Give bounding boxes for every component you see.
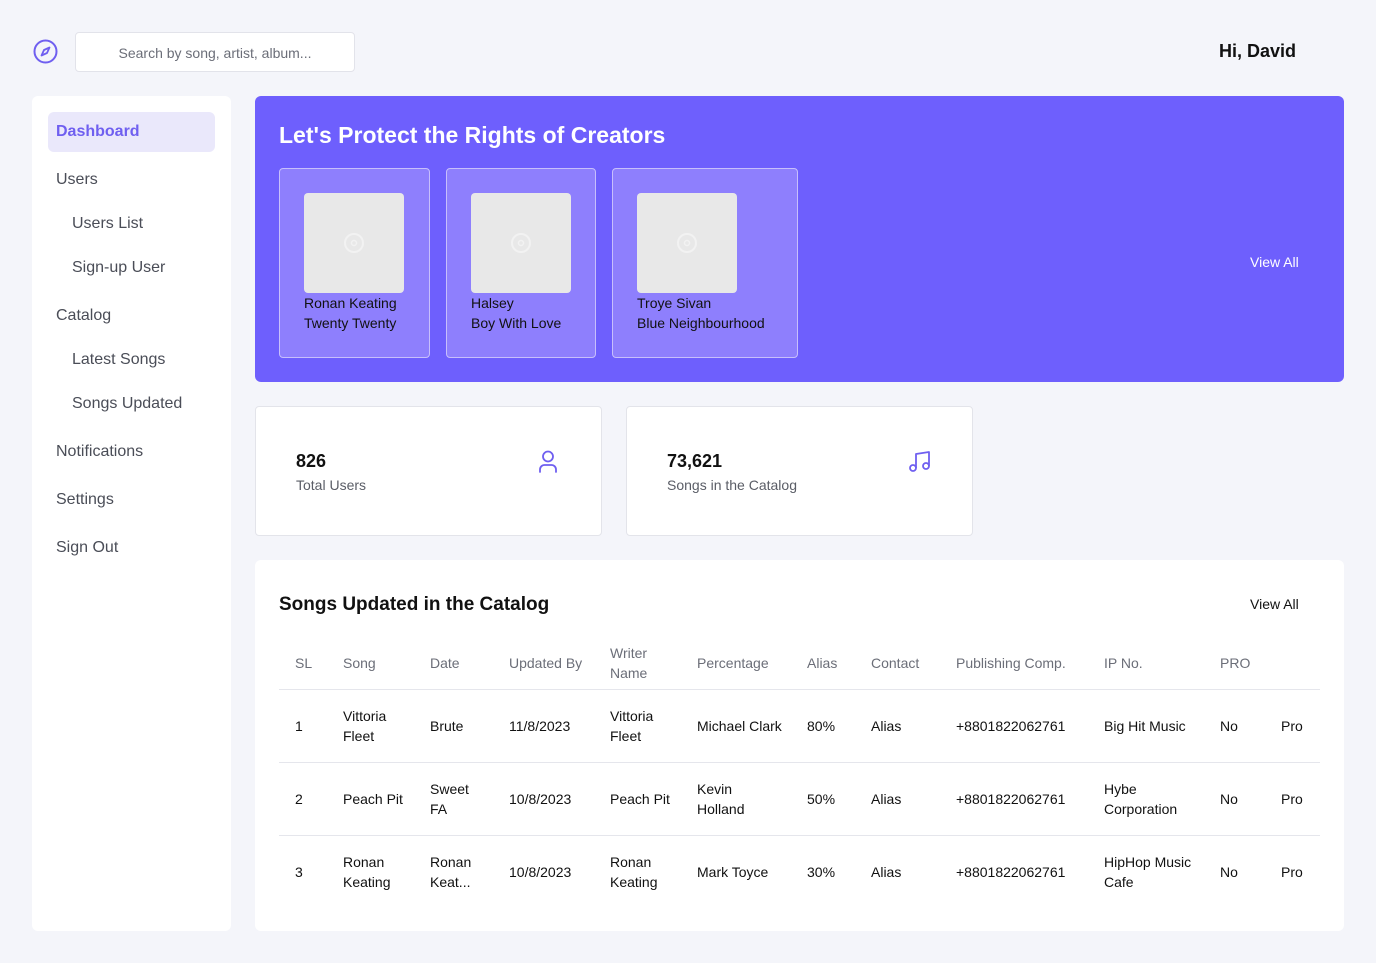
sidebar-item-songs-updated[interactable]: Songs Updated	[48, 384, 215, 424]
table-cell: Ronan Keating	[343, 853, 391, 890]
compass-logo-icon[interactable]	[33, 39, 58, 64]
table-cell: Michael Clark	[681, 689, 791, 763]
songs-updated-section: Songs Updated in the Catalog View All SL…	[255, 560, 1344, 931]
table-cell: Vittoria Fleet	[327, 689, 414, 763]
table-cell: 11/8/2023	[493, 689, 594, 763]
column-header[interactable]: Writer Name	[594, 638, 681, 690]
column-header[interactable]: Publishing Comp.	[940, 638, 1088, 690]
banner-view-all-link[interactable]: View All	[1250, 254, 1299, 270]
sidebar-item-catalog[interactable]: Catalog	[48, 296, 215, 336]
stat-value: 73,621	[667, 451, 723, 471]
stat-card-songs-catalog: 73,621 Songs in the Catalog	[626, 406, 973, 536]
disc-icon	[511, 233, 531, 253]
stat-value: 826	[296, 451, 327, 471]
hero-banner: Let's Protect the Rights of Creators Ron…	[255, 96, 1344, 382]
table-cell: Alias	[871, 863, 902, 880]
table-cell: HipHop Music Cafe	[1104, 853, 1192, 890]
column-header-empty	[1265, 638, 1320, 690]
song-artist: Ronan Keating	[304, 295, 397, 311]
song-title: Blue Neighbourhood	[637, 315, 765, 331]
section-title: Songs Updated in the Catalog	[279, 594, 550, 615]
banner-title: Let's Protect the Rights of Creators	[279, 122, 666, 148]
table-cell: Peach Pit	[327, 762, 414, 836]
sidebar-item-dashboard[interactable]: Dashboard	[48, 112, 215, 152]
table-cell: Pro	[1281, 863, 1303, 880]
table-row[interactable]: 1 Vittoria Fleet Brute 11/8/2023 Vittori…	[279, 689, 1320, 763]
stat-label: Total Users	[296, 477, 367, 493]
column-header[interactable]: Date	[414, 638, 493, 690]
table-cell: No	[1220, 863, 1238, 880]
column-header[interactable]: Alias	[791, 638, 855, 690]
table-cell: Kevin Holland	[681, 762, 791, 836]
sidebar-item-users[interactable]: Users	[48, 160, 215, 200]
songs-table: SL Song Date Updated By Writer Name Perc…	[279, 638, 1320, 908]
sidebar-item-settings[interactable]: Settings	[48, 480, 215, 520]
table-cell: No	[1204, 762, 1265, 836]
table-cell: Mark Toyce	[697, 863, 769, 880]
sidebar-item-users-list[interactable]: Users List	[48, 204, 215, 244]
table-cell: Ronan Keating	[610, 853, 658, 890]
table-cell: Brute	[414, 689, 493, 763]
song-card[interactable]: Halsey Boy With Love	[446, 168, 596, 358]
table-cell: 2	[279, 762, 327, 836]
table-cell: Sweet FA	[414, 762, 493, 836]
sidebar: Dashboard Users Users List Sign-up User …	[32, 96, 231, 931]
column-header[interactable]: SL	[279, 638, 327, 690]
user-icon	[536, 449, 560, 480]
album-art-placeholder	[304, 193, 404, 293]
column-header[interactable]: Contact	[855, 638, 940, 690]
music-note-icon	[907, 449, 933, 480]
column-header[interactable]: PRO	[1204, 638, 1265, 690]
table-header-row: SL Song Date Updated By Writer Name Perc…	[279, 638, 1320, 690]
table-cell: 30%	[807, 863, 836, 880]
table-cell: 50%	[791, 762, 855, 836]
column-header[interactable]: Percentage	[681, 638, 791, 690]
column-header[interactable]: IP No.	[1088, 638, 1204, 690]
table-cell: Alias	[855, 689, 940, 763]
song-title: Twenty Twenty	[304, 315, 397, 331]
song-card[interactable]: Ronan Keating Twenty Twenty	[279, 168, 430, 358]
table-cell: Peach Pit	[594, 762, 681, 836]
song-artist: Halsey	[471, 295, 514, 311]
table-cell: 3	[295, 863, 303, 880]
table-cell: 10/8/2023	[509, 863, 572, 880]
disc-icon	[677, 233, 697, 253]
album-art-placeholder	[471, 193, 571, 293]
song-title: Boy With Love	[471, 315, 562, 331]
table-view-all-link[interactable]: View All	[1250, 596, 1299, 612]
table-cell: Alias	[855, 762, 940, 836]
table-cell: Vittoria Fleet	[594, 689, 681, 763]
table-cell: Pro	[1265, 689, 1320, 763]
table-cell: 1	[279, 689, 327, 763]
column-header[interactable]: Updated By	[493, 638, 594, 690]
table-cell: No	[1204, 689, 1265, 763]
table-cell: Hybe Corporation	[1088, 762, 1204, 836]
sidebar-item-signup-user[interactable]: Sign-up User	[48, 248, 215, 288]
sidebar-item-latest-songs[interactable]: Latest Songs	[48, 340, 215, 380]
stat-label: Songs in the Catalog	[667, 477, 797, 493]
table-row[interactable]: 2 Peach Pit Sweet FA 10/8/2023 Peach Pit…	[279, 762, 1320, 836]
column-header[interactable]: Song	[327, 638, 414, 690]
table-cell: +8801822062761	[956, 863, 1066, 880]
search-input[interactable]: Search by song, artist, album...	[75, 32, 355, 72]
sidebar-item-notifications[interactable]: Notifications	[48, 432, 215, 472]
album-art-placeholder	[637, 193, 737, 293]
song-card[interactable]: Troye Sivan Blue Neighbourhood	[612, 168, 798, 358]
table-cell: Ronan Keat...	[430, 853, 472, 890]
stat-card-total-users: 826 Total Users	[255, 406, 602, 536]
table-row[interactable]: 3 Ronan Keating Ronan Keat... 10/8/2023 …	[279, 835, 1320, 908]
table-cell: +8801822062761	[940, 689, 1088, 763]
sidebar-item-sign-out[interactable]: Sign Out	[48, 528, 215, 568]
table-cell: +8801822062761	[940, 762, 1088, 836]
table-cell: Pro	[1265, 762, 1320, 836]
user-greeting: Hi, David	[1219, 41, 1297, 61]
table-cell: Big Hit Music	[1088, 689, 1204, 763]
song-artist: Troye Sivan	[637, 295, 712, 311]
table-cell: 10/8/2023	[493, 762, 594, 836]
disc-icon	[344, 233, 364, 253]
table-cell: 80%	[791, 689, 855, 763]
